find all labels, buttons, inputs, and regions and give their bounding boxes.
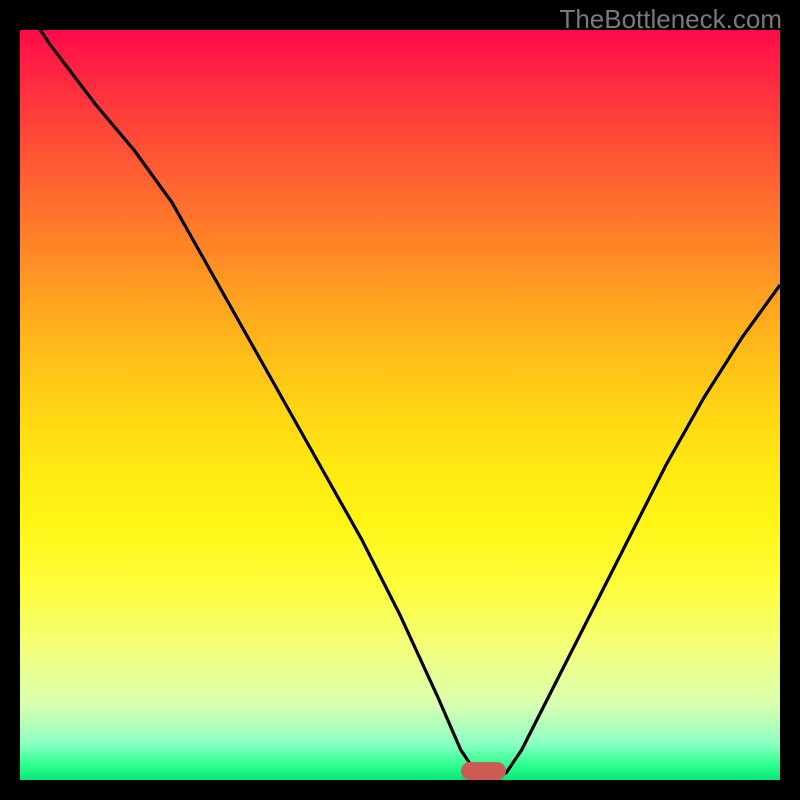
- watermark-text: TheBottleneck.com: [559, 4, 782, 35]
- chart-container: TheBottleneck.com: [0, 0, 800, 800]
- bottleneck-curve: [20, 30, 780, 780]
- curve-path: [20, 30, 780, 780]
- plot-area: [20, 30, 780, 780]
- optimal-marker: [461, 762, 507, 780]
